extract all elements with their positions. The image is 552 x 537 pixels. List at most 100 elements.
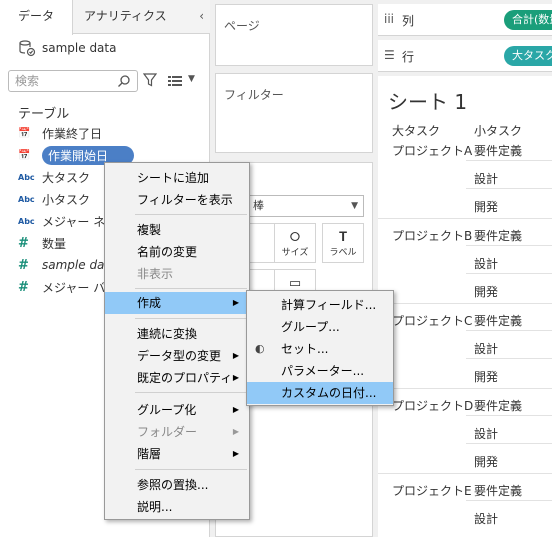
row-label[interactable]: 要件定義 [474, 312, 522, 329]
row-label[interactable]: 開発 [474, 198, 498, 215]
submenu-item-custom-date[interactable]: カスタムの日付... [247, 382, 393, 404]
tab-data[interactable]: データ [0, 0, 73, 35]
menu-separator [135, 392, 247, 393]
collapse-pane-icon[interactable]: ‹ [199, 9, 204, 23]
row-divider [466, 330, 552, 331]
search-icon[interactable] [117, 74, 131, 88]
mark-type-select[interactable]: 棒 ▼ [246, 195, 364, 217]
menu-item-create[interactable]: 作成 ▶ [105, 292, 249, 314]
filter-icon[interactable] [143, 73, 157, 87]
number-type-icon: # [18, 279, 29, 295]
row-label[interactable]: 開発 [474, 368, 498, 385]
submenu-item-calculated-field[interactable]: 計算フィールド... [247, 294, 393, 316]
column-header[interactable]: 小タスク [474, 122, 522, 139]
group-label[interactable]: プロジェクトD [392, 397, 473, 414]
row-divider [466, 245, 552, 246]
row-label[interactable]: 開発 [474, 453, 498, 470]
menu-item-label: 既定のプロパティ [137, 371, 233, 385]
rows-pill[interactable]: 大タスク [504, 46, 552, 66]
search-input[interactable] [9, 71, 109, 91]
string-type-icon: Abc [18, 194, 35, 204]
menu-item-label: データ型の変更 [137, 349, 222, 363]
calendar-icon: 📅 [18, 149, 31, 161]
menu-item-group-by[interactable]: グループ化 ▶ [105, 399, 249, 421]
column-header[interactable]: 大タスク [392, 122, 440, 139]
submenu-arrow-icon: ▶ [232, 373, 239, 382]
field-item[interactable]: 📅 作業終了日 [18, 122, 102, 144]
menu-item-replace-references[interactable]: 参照の置換... [105, 474, 249, 496]
menu-item-change-data-type[interactable]: データ型の変更 ▶ [105, 345, 249, 367]
row-label[interactable]: 設計 [474, 170, 498, 187]
menu-item-describe[interactable]: 説明... [105, 496, 249, 518]
tab-analytics[interactable]: アナリティクス [84, 0, 167, 34]
rows-shelf[interactable]: ☰ 行 大タスク [378, 40, 552, 72]
field-item[interactable]: # sample data [18, 254, 116, 276]
menu-item-add-to-sheet[interactable]: シートに追加 [105, 167, 249, 189]
row-divider [466, 443, 552, 444]
label-button[interactable]: 𝐓 ラベル [322, 223, 364, 263]
field-context-menu: シートに追加 フィルターを表示 複製 名前の変更 非表示 作成 ▶ 連続に変換 … [104, 162, 250, 520]
group-label[interactable]: プロジェクトA [392, 142, 472, 159]
field-item[interactable]: # 数量 [18, 232, 66, 254]
field-label: 小タスク [42, 192, 91, 207]
pages-title: ページ [224, 19, 260, 33]
tooltip-icon: ▭ [288, 276, 302, 291]
row-label[interactable]: 設計 [474, 510, 498, 527]
search-box [8, 70, 138, 92]
view-canvas[interactable]: シート 1 大タスク 小タスク プロジェクトA 要件定義 設計 開発 プロジェク… [378, 76, 552, 537]
group-divider [378, 473, 552, 474]
menu-item-default-properties[interactable]: 既定のプロパティ ▶ [105, 367, 249, 389]
field-label: 数量 [42, 236, 67, 251]
menu-item-hierarchy[interactable]: 階層 ▶ [105, 443, 249, 465]
size-button[interactable]: ⭘ サイズ [274, 223, 316, 263]
number-type-icon: # [18, 257, 29, 273]
row-label[interactable]: 要件定義 [474, 227, 522, 244]
string-type-icon: Abc [18, 216, 35, 226]
sheet-title[interactable]: シート 1 [388, 86, 467, 115]
columns-label: 列 [402, 14, 415, 28]
size-label: サイズ [281, 248, 309, 258]
field-item[interactable]: Abc 小タスク [18, 188, 90, 210]
menu-item-hide: 非表示 [137, 267, 174, 281]
menu-item-show-filter[interactable]: フィルターを表示 [105, 189, 249, 211]
submenu-item-group[interactable]: グループ... [247, 316, 393, 338]
menu-item-label: 作成 [137, 296, 162, 310]
filters-shelf[interactable]: フィルター [215, 73, 373, 153]
chevron-down-icon[interactable]: ▼ [188, 74, 195, 84]
submenu-arrow-icon: ▶ [232, 298, 239, 307]
row-label[interactable]: 要件定義 [474, 482, 522, 499]
view-options-icon[interactable] [168, 75, 182, 87]
pane-tabs: データ アナリティクス ‹ [0, 0, 210, 35]
mark-type-value: 棒 [253, 199, 264, 212]
datasource-icon [19, 40, 36, 57]
submenu-item-label: セット... [281, 342, 329, 356]
menu-item-rename[interactable]: 名前の変更 [105, 241, 249, 263]
rows-label: 行 [402, 50, 415, 64]
menu-separator [135, 469, 247, 470]
columns-icon: iii [384, 12, 395, 26]
field-item[interactable]: Abc 大タスク [18, 166, 90, 188]
set-icon: ◐ [255, 342, 265, 355]
group-label[interactable]: プロジェクトB [392, 227, 472, 244]
group-label[interactable]: プロジェクトC [392, 312, 472, 329]
menu-separator [135, 318, 247, 319]
menu-item-duplicate[interactable]: 複製 [105, 219, 249, 241]
row-label[interactable]: 設計 [474, 425, 498, 442]
row-label[interactable]: 開発 [474, 283, 498, 300]
row-label[interactable]: 要件定義 [474, 397, 522, 414]
columns-shelf[interactable]: iii 列 合計(数量) [378, 4, 552, 36]
row-label[interactable]: 設計 [474, 340, 498, 357]
row-divider [466, 415, 552, 416]
group-divider [378, 303, 552, 304]
columns-pill[interactable]: 合計(数量) [504, 10, 552, 30]
number-type-icon: # [18, 235, 29, 251]
submenu-item-set[interactable]: ◐ セット... [247, 338, 393, 360]
menu-item-convert-continuous[interactable]: 連続に変換 [105, 323, 249, 345]
row-label[interactable]: 要件定義 [474, 142, 522, 159]
menu-separator [135, 214, 247, 215]
datasource-item[interactable]: sample data [18, 38, 116, 58]
row-label[interactable]: 設計 [474, 255, 498, 272]
submenu-item-parameter[interactable]: パラメーター... [247, 360, 393, 382]
group-label[interactable]: プロジェクトE [392, 482, 472, 499]
pages-shelf[interactable]: ページ [215, 4, 373, 66]
